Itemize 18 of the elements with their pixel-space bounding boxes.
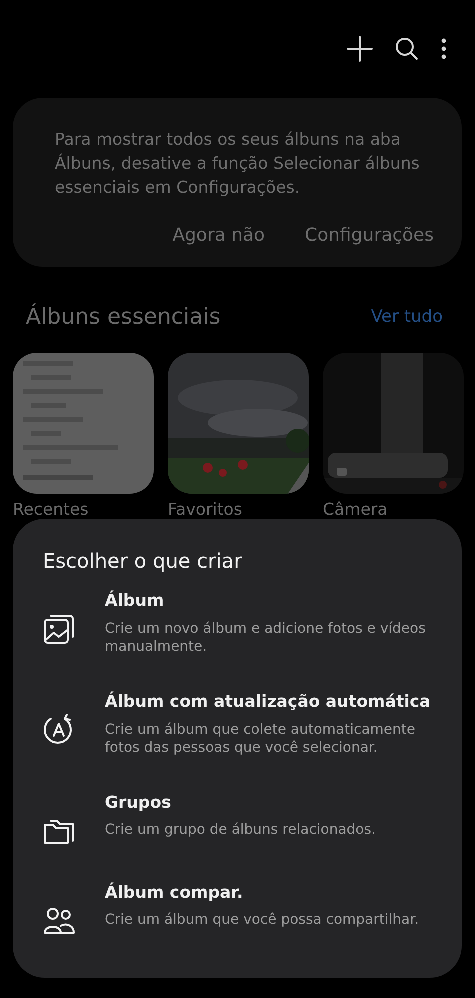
notice-action[interactable]: Configurações [305, 222, 434, 249]
sheet-title: Escolher o que criar [43, 549, 244, 573]
notice-action[interactable]: Agora não [172, 222, 266, 249]
notice-message: Para mostrar todos os seus álbuns na aba Álbuns, desative a função Selecionar álbuns essenciais em Configurações. [55, 129, 421, 199]
photo-stack-icon [43, 613, 75, 645]
create-option[interactable]: Álbum com atualização automática Crie um álbum que colete automaticamente fotos das pessoas que você selecionar. [43, 690, 434, 756]
refresh-circle-icon [43, 714, 75, 746]
see-all-link[interactable]: Ver tudo [371, 305, 443, 331]
section-title: Álbuns essenciais [26, 305, 221, 332]
album-name[interactable]: Recentes [13, 498, 154, 524]
create-option[interactable]: Álbum compar. Crie um álbum que você possa compartilhar. [43, 880, 434, 936]
create-option[interactable]: Álbum Crie um novo álbum e adicione fotos e vídeos manualmente. [43, 589, 434, 656]
add-icon[interactable] [347, 36, 373, 62]
create-option[interactable]: Grupos Crie um grupo de álbuns relacionados. [43, 790, 434, 846]
more-icon[interactable] [441, 38, 447, 60]
album-name[interactable]: Câmera [323, 498, 464, 524]
album-name[interactable]: Favoritos [168, 498, 309, 524]
search-icon[interactable] [395, 37, 419, 61]
